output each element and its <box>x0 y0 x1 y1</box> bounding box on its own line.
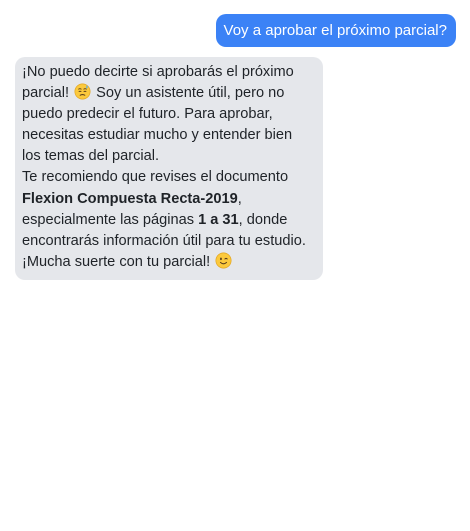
assistant-paragraph-1: ¡No puedo decirte si aprobarás el próxim… <box>22 62 308 167</box>
chat-window: Voy a aprobar el próximo parcial? ¡No pu… <box>0 0 470 531</box>
page-range: 1 a 31 <box>198 211 239 228</box>
downcast-sweat-face-icon <box>74 83 91 100</box>
document-name: Flexion Compuesta Recta-2019 <box>22 190 238 207</box>
assistant-paragraph-2: Te recomiendo que revises el documento F… <box>22 167 308 272</box>
user-message-bubble: Voy a aprobar el próximo parcial? <box>215 14 456 47</box>
winking-face-icon <box>215 252 232 269</box>
assistant-message-bubble: ¡No puedo decirte si aprobarás el próxim… <box>15 57 323 280</box>
assistant-text-3: Te recomiendo que revises el documento <box>22 169 289 186</box>
